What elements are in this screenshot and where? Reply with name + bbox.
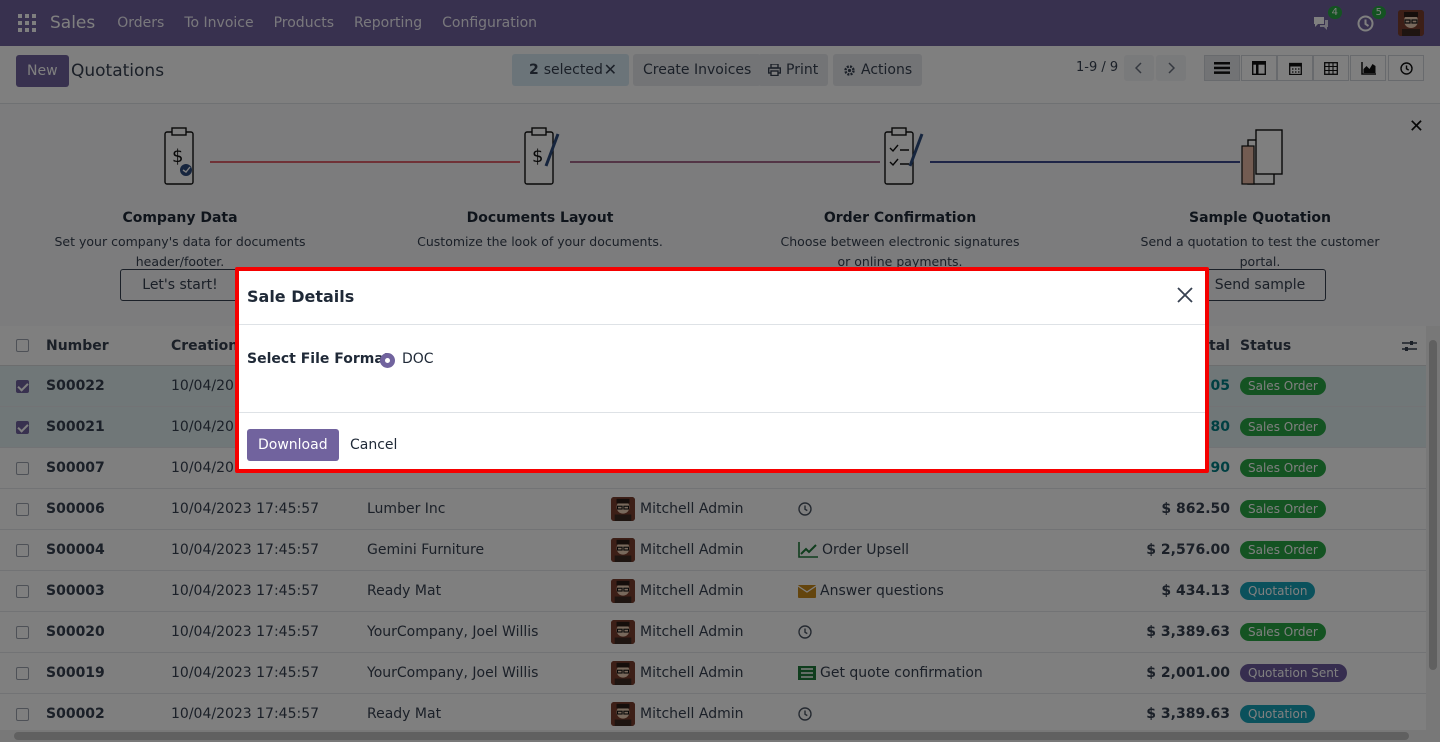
- close-icon[interactable]: [1175, 285, 1195, 305]
- doc-format-label[interactable]: DOC: [402, 351, 434, 367]
- cancel-button[interactable]: Cancel: [350, 437, 397, 453]
- dialog-body: Select File Format DOC: [239, 325, 1205, 413]
- sale-details-dialog: Sale Details Select File Format DOC Down…: [235, 267, 1209, 473]
- dialog-header: Sale Details: [239, 271, 1205, 325]
- download-button[interactable]: Download: [247, 429, 339, 461]
- file-format-label: Select File Format: [247, 351, 391, 367]
- dialog-title: Sale Details: [247, 287, 355, 306]
- doc-format-radio[interactable]: [380, 353, 395, 368]
